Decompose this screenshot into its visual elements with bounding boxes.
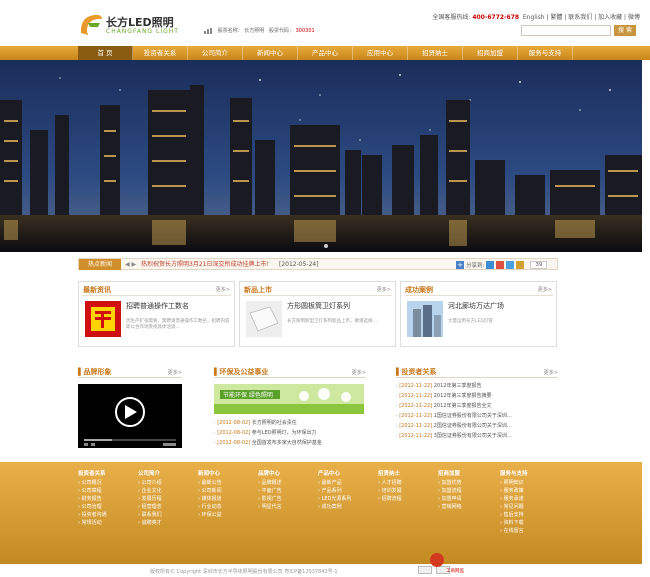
card-headline[interactable]: 招聘普通操作工数名 [126, 301, 189, 311]
ticker-date: [2012-05-24] [279, 261, 319, 268]
share-qzone-icon[interactable] [486, 260, 495, 269]
top-links: 全国客服热线: 400-6772-678 English | 繁體 | 联系我们… [432, 14, 640, 21]
card-title: 最新资讯 [83, 286, 111, 294]
nav-products[interactable]: 产品中心 [298, 46, 353, 60]
eco-news-list: · [2012-08-02] 长方照明的社会责任 · [2012-08-02] … [214, 418, 322, 448]
header: 长方LED照明 CHANGFANG LIGHT 股票名称： 长方照明 股票代码：… [0, 0, 650, 46]
card-new-products: 新品上市 更多> 方形圆板筒卫灯系列 长方照明新型卫灯系列新品上市，敬请选择… [239, 281, 396, 347]
share-renren-icon[interactable] [516, 260, 525, 269]
card-headline[interactable]: 方形圆板筒卫灯系列 [287, 301, 350, 311]
section-title: ▌品牌形象 [78, 368, 112, 376]
more-link[interactable]: 更多> [352, 369, 366, 376]
logo-mark-icon [80, 14, 102, 36]
search-box: 搜 索 [521, 25, 636, 36]
nav-investor[interactable]: 投资者关系 [133, 46, 188, 60]
stock-code: 300301 [295, 28, 315, 34]
ticker-arrows-icon[interactable]: ◀ ▶ [125, 259, 136, 270]
card-cases: 成功案例 更多> 河北廊坊万达广场 大量运用长方LED灯管 [400, 281, 557, 347]
footer-col-careers: 招贤纳士 › 人才招聘 › 培训发展 › 招聘流程 [378, 471, 402, 502]
recruit-thumb-icon[interactable] [85, 301, 121, 337]
card-desc: 因生产扩张需要，需聘请普通操作工数名，招聘内容即以合作场景视具体洽谈… [126, 319, 230, 330]
logo[interactable]: 长方LED照明 CHANGFANG LIGHT [78, 13, 188, 37]
nav-home[interactable]: 首 页 [78, 46, 133, 60]
emblem-label: 工商网监 [446, 569, 464, 574]
footer-sitemap: 投资者关系 › 公司概况 › 公司章程 › 财务报告 › 公司治理 › 投资者沟… [0, 462, 642, 564]
nav-about[interactable]: 公司简介 [188, 46, 243, 60]
nav-careers[interactable]: 招贤纳士 [408, 46, 463, 60]
link-english[interactable]: English [523, 14, 545, 21]
share-count: 39 [530, 260, 548, 269]
feature-cards: 最新资讯 更多> 招聘普通操作工数名 因生产扩张需要，需聘请普通操作工数名，招聘… [78, 281, 558, 347]
hotline-label: 全国客服热线: [432, 14, 471, 21]
card-desc: 大量运用长方LED灯管 [448, 319, 493, 324]
slide-dot-icon[interactable] [324, 244, 328, 248]
list-item[interactable]: · [2012-11-22] 2012年第三季度报告摘要 [396, 391, 558, 401]
logo-sub: CHANGFANG LIGHT [106, 28, 179, 35]
section-title: ▌环保及公益事业 [214, 368, 269, 376]
ticker-headline[interactable]: 热烈祝贺长方照明3月21日深交所成功挂牌上市! [141, 259, 269, 270]
eco-banner[interactable]: 节能环保 绿色照明 [214, 384, 364, 414]
list-item[interactable]: · [2012-11-22] 1国信证券股份有限公司关于深圳… [396, 411, 558, 421]
list-item[interactable]: · [2012-08-02] 全国首发布多家大自然保护基金 [214, 438, 322, 448]
stock-chart-icon [204, 27, 212, 34]
card-title: 成功案例 [405, 286, 433, 294]
card-latest-news: 最新资讯 更多> 招聘普通操作工数名 因生产扩张需要，需聘请普通操作工数名，招聘… [78, 281, 235, 347]
search-input[interactable] [521, 25, 611, 36]
footer-col-investor: 投资者关系 › 公司概况 › 公司章程 › 财务报告 › 公司治理 › 投资者沟… [78, 471, 107, 526]
copyright: 版权所有© Copyright 深圳市长方半导体照明股份有限公司 粤ICP备12… [150, 569, 338, 575]
list-item[interactable]: · [2012-08-02] 参与LED照明灯，为环保出力 [214, 428, 322, 438]
hero-banner[interactable] [0, 60, 642, 252]
more-link[interactable]: 更多> [216, 286, 230, 293]
nav-applications[interactable]: 应用中心 [353, 46, 408, 60]
more-link[interactable]: 更多> [377, 286, 391, 293]
more-link[interactable]: 更多> [544, 369, 558, 376]
footer-col-support: 服务与支持 › 照明知识 › 服务政策 › 服务承诺 › 常见问题 › 售后支持… [500, 471, 528, 534]
stock-code-label: 股票代码： [269, 28, 295, 34]
footer-col-brand: 品牌中心 › 品牌概述 › 平面广告 › 影视广告 › 明星代言 [258, 471, 282, 510]
more-link[interactable]: 更多> [168, 369, 182, 376]
footer-col-news: 新闻中心 › 最新公告 › 公司新闻 › 媒体报道 › 行业动态 › 环保公益 [198, 471, 222, 518]
panel-light-thumb-icon[interactable] [246, 301, 282, 337]
search-button[interactable]: 搜 索 [614, 25, 636, 36]
nav-support[interactable]: 服务与支持 [518, 46, 573, 60]
building-thumb-icon[interactable] [407, 301, 443, 337]
list-item[interactable]: · [2012-11-22] 2国信证券股份有限公司关于深圳… [396, 421, 558, 431]
ticker-label: 热点新闻 [79, 259, 121, 270]
police-emblem-icon[interactable] [430, 553, 444, 567]
cert-badge-icon[interactable] [418, 566, 432, 574]
hotline-number: 400-6772-678 [472, 14, 520, 21]
nav-franchise[interactable]: 招商加盟 [463, 46, 518, 60]
page: 长方LED照明 CHANGFANG LIGHT 股票名称： 长方照明 股票代码：… [0, 0, 650, 577]
svg-text:节能环保 绿色照明: 节能环保 绿色照明 [223, 391, 273, 399]
share-bar: + 分享到: 39 [456, 259, 548, 270]
link-traditional[interactable]: 繁體 [550, 14, 562, 21]
link-bookmark[interactable]: 加入收藏 [598, 14, 622, 21]
city-night-image [0, 60, 642, 252]
list-item[interactable]: · [2012-11-22] 3国信证券股份有限公司关于深圳… [396, 431, 558, 441]
stock-name: 长方照明 [244, 28, 265, 34]
card-title: 新品上市 [244, 286, 272, 294]
link-weibo[interactable]: 微博 [628, 14, 640, 21]
card-headline[interactable]: 河北廊坊万达广场 [448, 301, 504, 311]
list-item[interactable]: · [2012-11-22] 2012年第三季度报告 [396, 381, 558, 391]
section-title: ▌投资者关系 [396, 368, 437, 376]
link-contact[interactable]: 联系我们 [568, 14, 592, 21]
stock-label: 股票名称： [217, 28, 243, 34]
share-tencent-icon[interactable] [506, 260, 515, 269]
main-nav: 首 页 投资者关系 公司简介 新闻中心 产品中心 应用中心 招贤纳士 招商加盟 … [0, 46, 650, 60]
investor-news-list: · [2012-11-22] 2012年第三季度报告 · [2012-11-22… [396, 381, 558, 441]
list-item[interactable]: · [2012-08-02] 长方照明的社会责任 [214, 418, 322, 428]
footer-col-franchise: 招商加盟 › 加盟优势 › 加盟流程 › 加盟申请 › 营销网络 [438, 471, 462, 510]
video-player[interactable] [78, 384, 182, 448]
list-item[interactable]: · [2012-11-22] 2012年第三季度报告全文 [396, 401, 558, 411]
stock-info: 股票名称： 长方照明 股票代码： 300301 [204, 27, 315, 34]
share-plus-icon[interactable]: + [456, 260, 464, 269]
share-weibo-icon[interactable] [496, 260, 505, 269]
share-label: 分享到: [466, 262, 485, 269]
nav-news[interactable]: 新闻中心 [243, 46, 298, 60]
footer-col-about: 公司简介 › 公司介绍 › 企业文化 › 发展历程 › 经营理念 › 联系我们 … [138, 471, 162, 526]
footer-col-products: 产品中心 › 最新产品 › 产品系列 › LED光源系列 › 成功案例 [318, 471, 352, 510]
card-desc: 长方照明新型卫灯系列新品上市，敬请选择… [287, 319, 377, 324]
more-link[interactable]: 更多> [538, 286, 552, 293]
